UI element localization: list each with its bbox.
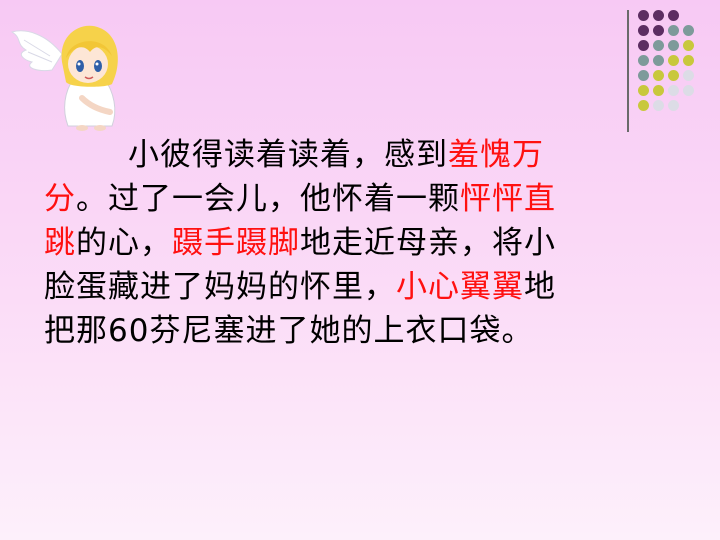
decorative-dot <box>653 10 664 21</box>
decorative-dot <box>638 70 649 81</box>
text-run: 小彼得读着读着，感到 <box>128 137 448 173</box>
highlighted-phrase: 跳 <box>44 225 76 261</box>
decorative-dot <box>653 55 664 66</box>
slide-paragraph: 小彼得读着读着，感到羞愧万 分。过了一会儿，他怀着一颗怦怦直 跳的心，蹑手蹑脚地… <box>44 133 629 353</box>
decorative-dot <box>638 10 649 21</box>
highlighted-phrase: 蹑手蹑脚 <box>172 225 300 261</box>
decorative-dot <box>638 40 649 51</box>
paragraph-line: 跳的心，蹑手蹑脚地走近母亲，将小 <box>44 221 629 265</box>
text-run: 地走近母亲，将小 <box>300 225 556 261</box>
decorative-dot <box>668 25 679 36</box>
text-run: 脸蛋藏进了妈妈的怀里， <box>44 269 396 305</box>
highlighted-phrase: 怦怦直 <box>460 181 556 217</box>
decorative-dot <box>668 55 679 66</box>
decorative-dot <box>653 70 664 81</box>
highlighted-phrase: 分 <box>44 181 76 217</box>
decorative-dot <box>683 85 694 96</box>
text-run: 。过了一会儿，他怀着一颗 <box>76 181 460 217</box>
paragraph-line: 脸蛋藏进了妈妈的怀里，小心翼翼地 <box>44 265 629 309</box>
highlighted-phrase: 羞愧万 <box>448 137 544 173</box>
decorative-dot <box>638 55 649 66</box>
paragraph-line: 小彼得读着读着，感到羞愧万 <box>44 133 629 177</box>
decorative-dot <box>668 40 679 51</box>
decorative-dot <box>653 85 664 96</box>
decorative-dot <box>668 100 679 111</box>
decorative-dot <box>683 70 694 81</box>
text-run: 的心， <box>76 225 172 261</box>
divider-line <box>627 10 629 132</box>
text-run: 把那60芬尼塞进了她的上衣口袋。 <box>44 313 534 349</box>
paragraph-line: 分。过了一会儿，他怀着一颗怦怦直 <box>44 177 629 221</box>
paragraph-line: 把那60芬尼塞进了她的上衣口袋。 <box>44 309 629 353</box>
text-run: 地 <box>524 269 556 305</box>
decorative-dot <box>668 70 679 81</box>
decorative-dot <box>653 40 664 51</box>
decorative-dot <box>683 25 694 36</box>
decorative-dot <box>683 40 694 51</box>
decorative-dot <box>668 10 679 21</box>
decorative-dot <box>653 25 664 36</box>
decorative-dot <box>668 85 679 96</box>
highlighted-phrase: 小心翼翼 <box>396 269 524 305</box>
decorative-dot <box>638 100 649 111</box>
decorative-dot <box>653 100 664 111</box>
decorative-dot <box>683 55 694 66</box>
decorative-dot <box>638 25 649 36</box>
angel-icon <box>10 25 118 131</box>
decorative-dot <box>638 85 649 96</box>
